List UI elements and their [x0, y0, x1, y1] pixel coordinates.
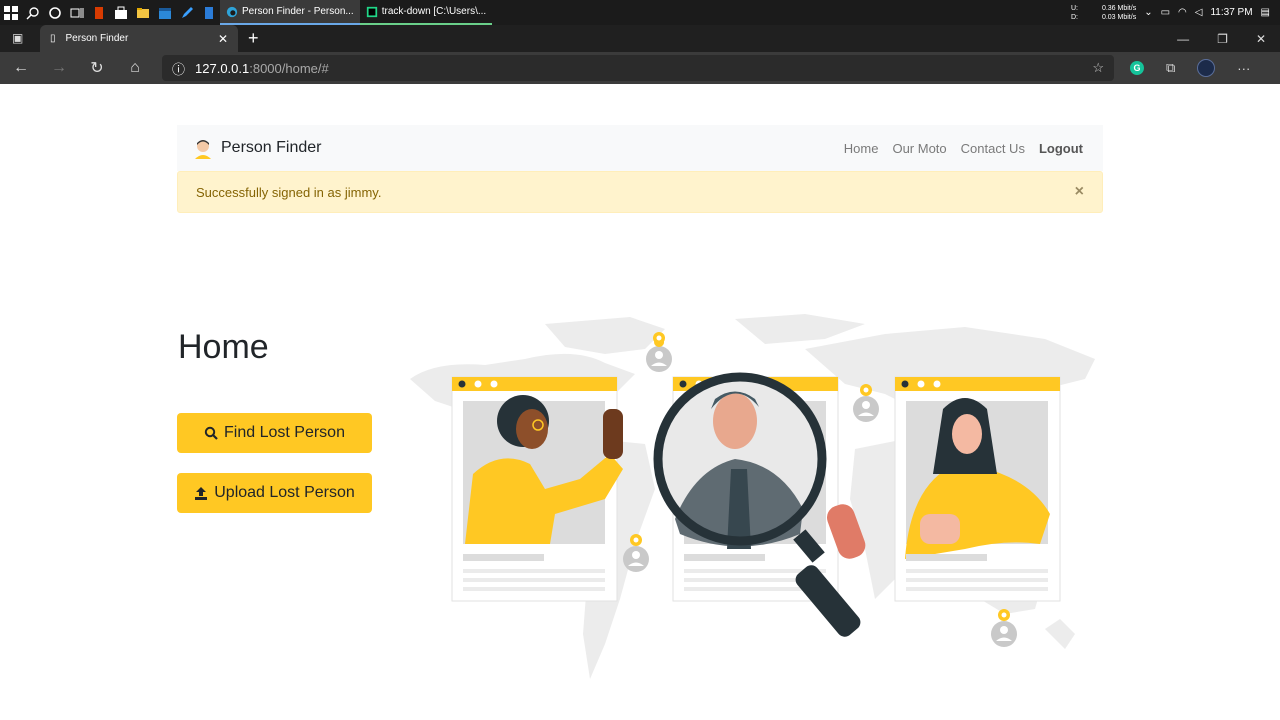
search-icon[interactable] [22, 0, 44, 25]
nav-link-home[interactable]: Home [844, 141, 879, 156]
refresh-icon[interactable]: ↻ [86, 58, 108, 78]
battery-icon[interactable]: ▭ [1161, 7, 1170, 18]
cortana-icon[interactable] [44, 0, 66, 25]
nav-link-contact-us[interactable]: Contact Us [961, 141, 1025, 156]
grammarly-icon[interactable]: G [1130, 61, 1144, 75]
tab-title: Person Finder [65, 33, 129, 44]
browser-toolbar: ← → ↻ ⌂ ⓘ 127.0.0.1:8000/home/# ☆ G ⧉ ··… [0, 52, 1280, 84]
taskbar-app-label: track-down [C:\Users\... [381, 6, 487, 17]
collections-icon[interactable]: ⧉ [1166, 60, 1175, 76]
person-logo-icon [195, 140, 211, 159]
net-up-label: U: [1070, 4, 1078, 12]
back-icon[interactable]: ← [10, 59, 32, 77]
success-alert: Successfully signed in as jimmy. × [177, 171, 1103, 213]
find-button-label: Find Lost Person [224, 424, 345, 441]
url-host: 127.0.0.1 [195, 60, 250, 76]
logout-link[interactable]: Logout [1039, 141, 1083, 156]
minimize-icon[interactable]: — [1177, 32, 1189, 46]
browser-tab[interactable]: ▯ Person Finder ✕ [40, 25, 238, 52]
find-lost-person-button[interactable]: Find Lost Person [177, 413, 372, 453]
alert-message: Successfully signed in as jimmy. [196, 184, 382, 200]
alert-close-icon[interactable]: × [1075, 183, 1084, 201]
clock[interactable]: 11:37 PM [1210, 7, 1252, 18]
office-app-icon[interactable] [88, 0, 110, 25]
close-tab-icon[interactable]: ✕ [218, 32, 228, 46]
profile-card [451, 376, 623, 602]
wifi-icon[interactable]: ◠ [1178, 7, 1187, 18]
browser-tab-strip: ▣ ▯ Person Finder ✕ + — ❐ ✕ [0, 25, 1280, 52]
volume-icon[interactable]: ◁ [1195, 7, 1203, 18]
close-window-icon[interactable]: ✕ [1256, 32, 1266, 46]
store-app-icon[interactable] [110, 0, 132, 25]
location-pin-icon [991, 609, 1017, 647]
page-content: Person Finder Home Our Moto Contact Us L… [0, 84, 1280, 720]
net-speed-meter: U: 0.36 Mbit/s D: 0.03 Mbit/s [1071, 4, 1136, 22]
brand[interactable]: Person Finder [193, 137, 322, 159]
favorite-icon[interactable]: ☆ [1092, 60, 1104, 76]
search-icon [204, 426, 218, 440]
editor-app-icon[interactable] [176, 0, 198, 25]
system-tray: U: 0.36 Mbit/s D: 0.03 Mbit/s ⌄ ▭ ◠ ◁ 11:3… [1071, 4, 1280, 22]
taskbar-app-browser[interactable]: Person Finder - Person... [220, 0, 360, 25]
info-icon[interactable]: ⓘ [172, 59, 185, 78]
address-bar[interactable]: ⓘ 127.0.0.1:8000/home/# ☆ [162, 55, 1114, 81]
taskbar-app-label: Person Finder - Person... [242, 6, 354, 17]
upload-lost-person-button[interactable]: Upload Lost Person [177, 473, 372, 513]
extensions-area: G ⧉ ··· [1130, 59, 1250, 77]
page-icon: ▯ [50, 33, 56, 44]
brand-name: Person Finder [221, 139, 322, 156]
person-search-illustration [410, 314, 1095, 679]
task-view-icon[interactable] [66, 0, 88, 25]
forward-icon[interactable]: → [48, 59, 70, 77]
net-up-value: 0.36 Mbit/s [1101, 4, 1137, 12]
profile-card [894, 376, 1061, 602]
notification-icon[interactable]: ▤ [1261, 7, 1270, 18]
site-navbar: Person Finder Home Our Moto Contact Us L… [177, 125, 1103, 171]
taskbar-app-ide[interactable]: track-down [C:\Users\... [359, 0, 493, 25]
nav-link-our-moto[interactable]: Our Moto [892, 141, 946, 156]
upload-icon [195, 487, 208, 500]
window-controls: — ❐ ✕ [1177, 32, 1280, 46]
restore-icon[interactable]: ❐ [1217, 32, 1228, 46]
home-icon[interactable]: ⌂ [124, 59, 146, 77]
more-icon[interactable]: ··· [1237, 61, 1250, 76]
calendar-app-icon[interactable] [154, 0, 176, 25]
notes-app-icon[interactable] [198, 0, 220, 25]
nav-links: Home Our Moto Contact Us Logout [844, 141, 1083, 156]
page-title: Home [178, 328, 269, 366]
windows-taskbar: Person Finder - Person... track-down [C:… [0, 0, 1280, 25]
chevron-up-icon[interactable]: ⌄ [1144, 7, 1152, 18]
file-explorer-icon[interactable] [132, 0, 154, 25]
net-down-value: 0.03 Mbit/s [1101, 13, 1137, 21]
avatar[interactable] [1197, 59, 1216, 77]
pycharm-icon [366, 6, 377, 17]
url-path: :8000/home/# [249, 60, 329, 76]
edge-icon [226, 6, 238, 17]
tab-actions-icon[interactable]: ▣ [12, 31, 23, 45]
net-down-label: D: [1070, 13, 1078, 21]
upload-button-label: Upload Lost Person [214, 484, 355, 501]
new-tab-button[interactable]: + [248, 28, 259, 49]
windows-start-icon[interactable] [0, 0, 22, 25]
